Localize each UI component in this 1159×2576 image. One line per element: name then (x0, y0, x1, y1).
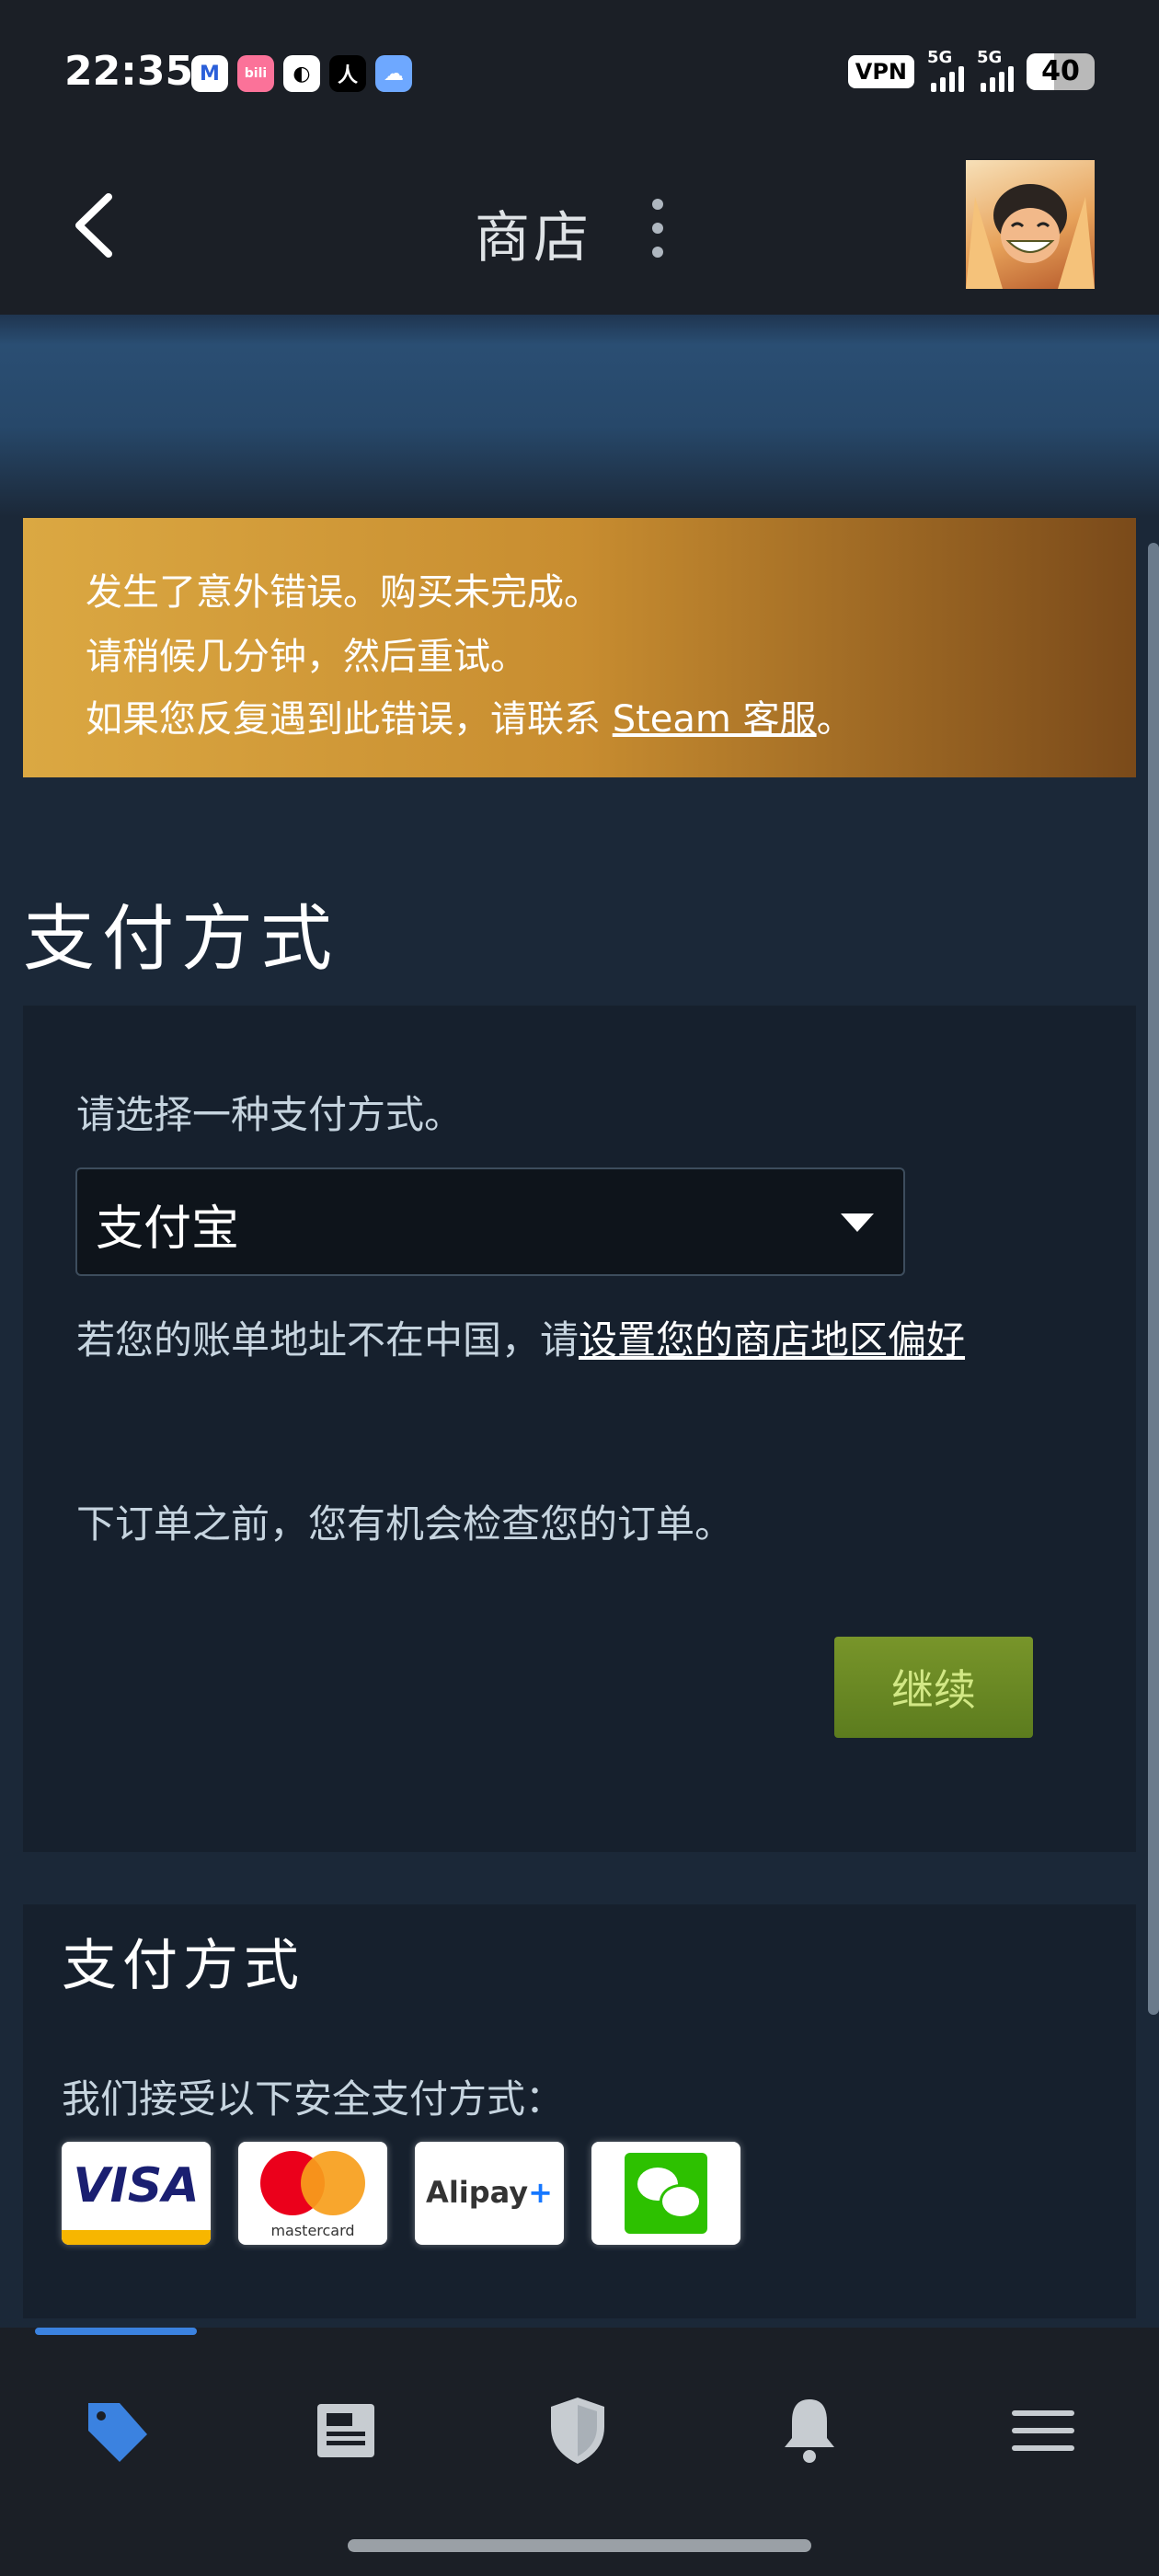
signal-icon: 5G (927, 48, 964, 92)
accepted-methods-panel: 支付方式 我们接受以下安全支付方式： VISA mastercard Alipa… (23, 1904, 1136, 2318)
header-banner (0, 315, 1159, 517)
error-banner: 发生了意外错误。购买未完成。 请稍候几分钟，然后重试。 如果您反复遇到此错误，请… (23, 518, 1136, 777)
chevron-down-icon (841, 1213, 874, 1232)
vpn-badge: VPN (847, 55, 914, 88)
steam-support-link[interactable]: Steam 客服 (613, 698, 817, 741)
page-title: 商店 (475, 206, 592, 270)
store-region-link[interactable]: 设置您的商店地区偏好 (579, 1317, 965, 1363)
payment-logos: VISA mastercard Alipay+ (62, 2142, 740, 2245)
active-tab-indicator (35, 2328, 197, 2335)
error-message: 发生了意外错误。购买未完成。 (86, 571, 601, 614)
menu-icon[interactable] (997, 2385, 1089, 2477)
person-app-icon: 人 (329, 55, 366, 92)
region-note: 若您的账单地址不在中国，请设置您的商店地区偏好 (76, 1317, 966, 1363)
status-time: 22:35 (64, 48, 194, 95)
bell-icon[interactable] (763, 2385, 855, 2477)
wechat-pay-logo (591, 2142, 740, 2245)
bilibili-app-icon: bili (237, 55, 274, 92)
scrollbar[interactable] (1148, 543, 1159, 2015)
top-nav-bar: 商店 (0, 147, 1159, 315)
more-vertical-icon[interactable] (644, 199, 671, 263)
app-icon: ◐ (283, 55, 320, 92)
alipay-logo: Alipay+ (415, 2142, 564, 2245)
status-bar: 22:35 M bili ◐ 人 ☁ VPN 5G 5G 40 (0, 0, 1159, 147)
notification-icons: M bili ◐ 人 ☁ (191, 55, 412, 92)
payment-prompt: 请选择一种支付方式。 (76, 1092, 464, 1137)
battery-icon: 40 (1027, 53, 1095, 90)
news-icon[interactable] (300, 2385, 392, 2477)
mail-app-icon: M (191, 55, 228, 92)
user-avatar[interactable] (966, 160, 1095, 289)
weather-app-icon: ☁ (375, 55, 412, 92)
signal-icon: 5G (977, 48, 1014, 92)
error-retry-message: 请稍候几分钟，然后重试。 (86, 636, 527, 678)
accepted-note: 我们接受以下安全支付方式： (62, 2076, 565, 2122)
continue-button[interactable]: 继续 (834, 1637, 1033, 1738)
shield-icon[interactable] (532, 2385, 624, 2477)
store-tag-icon[interactable] (70, 2385, 162, 2477)
payment-heading: 支付方式 (23, 898, 340, 981)
home-indicator[interactable] (348, 2539, 811, 2552)
review-note: 下订单之前，您有机会检查您的订单。 (76, 1501, 734, 1547)
accepted-heading: 支付方式 (62, 1934, 304, 1998)
selected-payment-method: 支付宝 (96, 1202, 240, 1257)
payment-panel: 请选择一种支付方式。 支付宝 若您的账单地址不在中国，请设置您的商店地区偏好 下… (23, 1006, 1136, 1852)
error-support-message: 如果您反复遇到此错误，请联系 Steam 客服。 (86, 698, 854, 741)
payment-method-select[interactable]: 支付宝 (75, 1167, 905, 1276)
status-indicators: VPN 5G 5G 40 (847, 48, 1095, 92)
mastercard-logo: mastercard (238, 2142, 387, 2245)
visa-logo: VISA (62, 2142, 211, 2245)
